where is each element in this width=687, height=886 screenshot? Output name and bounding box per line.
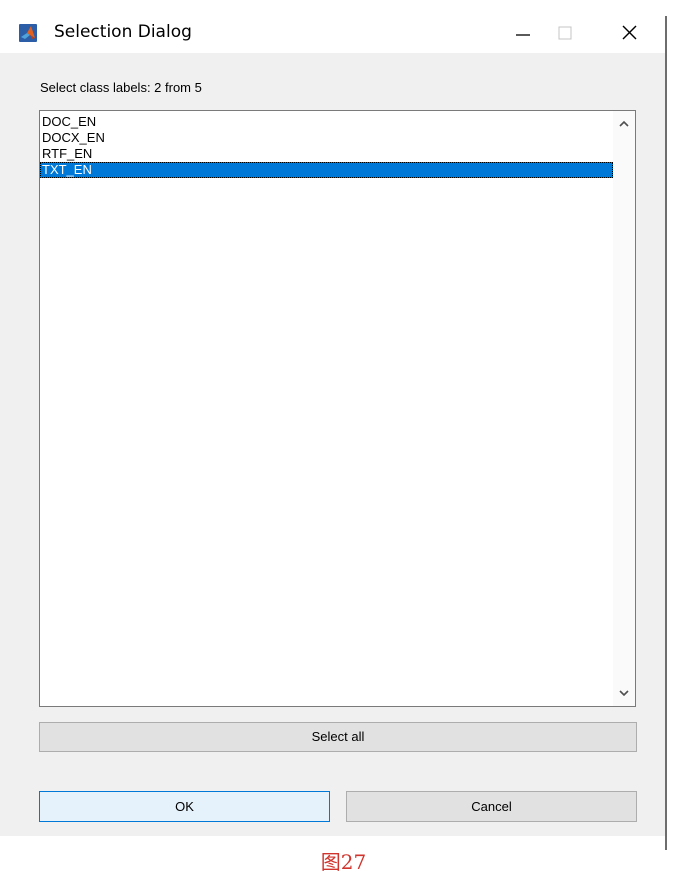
- scroll-up-button[interactable]: [613, 113, 635, 135]
- vertical-scrollbar[interactable]: [613, 111, 635, 706]
- list-item[interactable]: TXT_EN: [40, 162, 613, 178]
- maximize-button[interactable]: [545, 16, 585, 50]
- maximize-icon: [558, 26, 572, 40]
- list-item[interactable]: DOC_EN: [40, 114, 613, 130]
- selection-dialog-window: Selection Dialog Select class labels: 2 …: [0, 0, 666, 836]
- list-items: DOC_EN DOCX_EN RTF_EN TXT_EN: [40, 114, 613, 178]
- close-icon: [622, 25, 637, 40]
- ok-button[interactable]: OK: [39, 791, 330, 822]
- title-bar: Selection Dialog: [0, 0, 666, 53]
- chevron-down-icon: [619, 690, 629, 697]
- scroll-down-button[interactable]: [613, 682, 635, 704]
- list-item[interactable]: RTF_EN: [40, 146, 613, 162]
- window-border: [665, 16, 667, 850]
- minimize-icon: [516, 34, 530, 36]
- chevron-up-icon: [619, 120, 629, 127]
- window-title: Selection Dialog: [54, 22, 192, 42]
- figure-caption: 图27: [320, 850, 367, 874]
- list-item[interactable]: DOCX_EN: [40, 130, 613, 146]
- minimize-button[interactable]: [503, 16, 543, 50]
- class-labels-listbox[interactable]: DOC_EN DOCX_EN RTF_EN TXT_EN: [39, 110, 636, 707]
- close-button[interactable]: [608, 16, 648, 50]
- cancel-button[interactable]: Cancel: [346, 791, 637, 822]
- select-all-button[interactable]: Select all: [39, 722, 637, 752]
- selection-prompt: Select class labels: 2 from 5: [40, 80, 202, 95]
- matlab-logo-icon: [19, 24, 37, 42]
